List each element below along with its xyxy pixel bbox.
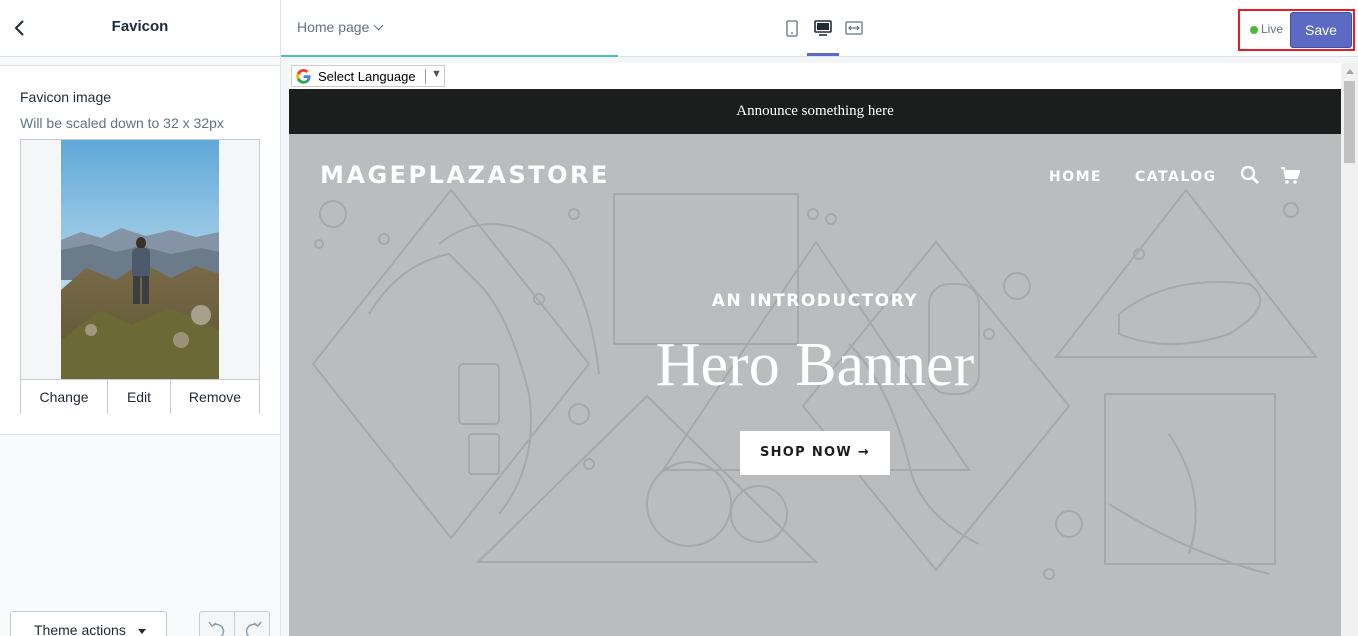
scroll-up-icon[interactable] <box>1346 69 1354 74</box>
sidebar-title: Favicon <box>111 18 169 35</box>
scrollbar-thumb[interactable] <box>1344 81 1355 163</box>
active-device-indicator <box>807 53 839 56</box>
undo-redo-group <box>199 611 270 636</box>
theme-actions-label: Theme actions <box>34 622 126 636</box>
favicon-section: Favicon image Will be scaled down to 32 … <box>0 65 280 435</box>
live-status-text: Live <box>1261 22 1284 36</box>
store-preview-frame: Select Language ▼ Announce something her… <box>289 63 1341 636</box>
favicon-image-label: Favicon image <box>20 89 112 105</box>
change-button[interactable]: Change <box>21 380 108 414</box>
desktop-icon[interactable] <box>814 18 832 38</box>
live-status-dot <box>1250 26 1258 34</box>
sidebar-footer: Theme actions <box>0 600 280 636</box>
mobile-icon[interactable] <box>783 18 801 38</box>
store-name[interactable]: MAGEPLAZASTORE <box>320 161 610 189</box>
cart-icon[interactable] <box>1279 164 1301 186</box>
hero-banner: MAGEPLAZASTORE HOME CATALOG AN INTRODUCT… <box>289 134 1341 636</box>
caret-down-icon <box>138 629 146 634</box>
nav-home-link[interactable]: HOME <box>1049 169 1102 185</box>
save-button[interactable]: Save <box>1290 12 1352 48</box>
favicon-image-picker: Change Edit Remove <box>20 139 260 414</box>
preview-scrollbar[interactable] <box>1341 63 1358 636</box>
dropdown-arrow-icon: ▼ <box>431 68 442 80</box>
google-logo-icon <box>295 68 312 85</box>
editor-topbar: Home page Live Save <box>281 0 1358 58</box>
favicon-actions: Change Edit Remove <box>21 379 259 414</box>
hero-title: Hero Banner <box>655 331 975 399</box>
page-selector-label: Home page <box>297 19 370 35</box>
favicon-image-thumbnail <box>61 140 219 379</box>
language-select-label: Select Language <box>318 69 416 84</box>
divider <box>425 69 426 84</box>
search-icon[interactable] <box>1239 164 1261 186</box>
remove-button[interactable]: Remove <box>171 380 259 414</box>
redo-icon[interactable] <box>235 612 270 636</box>
theme-actions-button[interactable]: Theme actions <box>10 611 167 636</box>
publish-area: Live Save <box>1238 9 1355 51</box>
page-selector[interactable]: Home page <box>297 19 384 35</box>
edit-button[interactable]: Edit <box>108 380 171 414</box>
hero-kicker: AN INTRODUCTORY <box>711 291 919 311</box>
shop-now-button[interactable]: SHOP NOW → <box>740 431 890 475</box>
nav-catalog-link[interactable]: CATALOG <box>1135 169 1217 185</box>
favicon-help-text: Will be scaled down to 32 x 32px <box>20 115 224 131</box>
chevron-down-icon <box>373 20 384 31</box>
language-select[interactable]: Select Language ▼ <box>291 65 445 87</box>
undo-icon[interactable] <box>200 612 235 636</box>
announcement-bar: Announce something here <box>289 89 1341 134</box>
fullscreen-icon[interactable] <box>844 18 864 38</box>
sidebar-header: Favicon <box>0 0 280 57</box>
sidebar: Favicon Favicon image Will be scaled dow… <box>0 0 281 636</box>
